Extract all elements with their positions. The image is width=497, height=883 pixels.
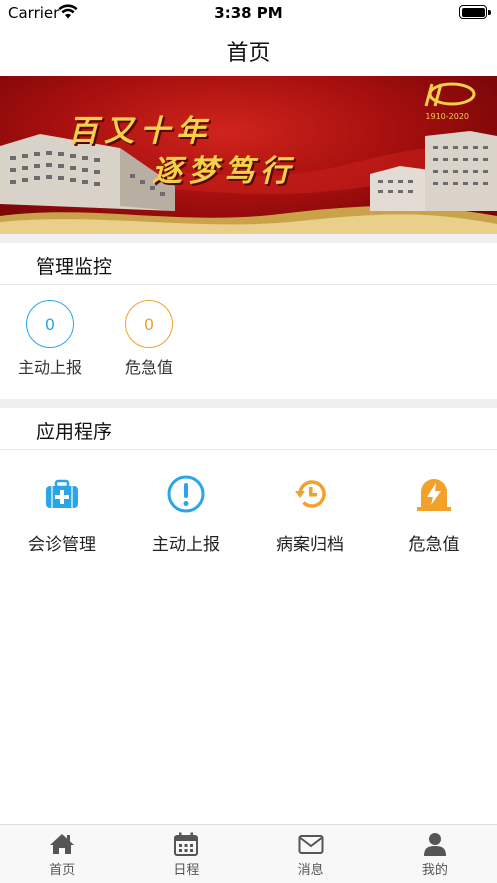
battery-icon xyxy=(459,5,487,19)
medical-kit-icon xyxy=(46,479,78,508)
monitor-item-critical-value[interactable]: 0 危急值 xyxy=(109,300,189,378)
app-label: 主动上报 xyxy=(152,535,220,555)
battery-cap xyxy=(488,10,491,15)
tab-home[interactable]: 首页 xyxy=(0,825,124,883)
app-consultation-management[interactable]: 会诊管理 xyxy=(0,474,124,555)
banner-slogan-line2: 逐梦笃行 xyxy=(152,154,296,189)
app-label: 会诊管理 xyxy=(28,535,96,555)
section-separator xyxy=(0,399,497,408)
app-label: 病案归档 xyxy=(276,535,344,555)
app-label: 危急值 xyxy=(408,535,460,555)
tab-profile[interactable]: 我的 xyxy=(373,825,497,883)
tab-schedule[interactable]: 日程 xyxy=(124,825,248,883)
monitor-section-title: 管理监控 xyxy=(36,256,113,278)
count-value: 0 xyxy=(44,314,56,334)
tab-label: 首页 xyxy=(49,863,76,878)
alert-circle-icon xyxy=(167,475,205,513)
navigation-bar: 首页 xyxy=(0,26,497,76)
mail-icon xyxy=(298,835,324,854)
divider xyxy=(0,284,497,285)
monitor-item-active-report[interactable]: 0 主动上报 xyxy=(10,300,90,378)
app-case-archive[interactable]: 病案归档 xyxy=(248,474,372,555)
tab-label: 我的 xyxy=(421,863,448,878)
count-circle: 0 xyxy=(26,300,74,348)
app-critical-value[interactable]: 危急值 xyxy=(372,474,496,555)
monitor-item-label: 危急值 xyxy=(124,358,173,377)
tab-label: 日程 xyxy=(173,863,200,878)
user-icon xyxy=(423,833,446,856)
divider xyxy=(0,449,497,450)
calendar-icon xyxy=(174,832,199,856)
app-active-report[interactable]: 主动上报 xyxy=(124,474,248,555)
count-value: 0 xyxy=(143,314,155,334)
tab-label: 消息 xyxy=(297,863,324,878)
home-icon xyxy=(50,834,75,854)
monitor-item-label: 主动上报 xyxy=(17,358,82,377)
history-icon xyxy=(295,480,326,508)
banner-image[interactable]: 百又十年 逐梦笃行 1910-2020 xyxy=(0,76,497,234)
status-bar: Carrier 3:38 PM xyxy=(0,0,497,26)
apps-section-title: 应用程序 xyxy=(36,421,113,443)
section-separator xyxy=(0,234,497,243)
banner-years: 1910-2020 xyxy=(425,112,469,121)
count-circle: 0 xyxy=(125,300,173,348)
lightning-alarm-icon xyxy=(417,479,451,511)
clock: 3:38 PM xyxy=(214,4,283,22)
banner-slogan-line1: 百又十年 xyxy=(68,114,212,149)
page-title: 首页 xyxy=(226,41,271,66)
tab-messages[interactable]: 消息 xyxy=(249,825,373,883)
tab-bar: 首页 日程 消息 我的 xyxy=(0,824,497,883)
